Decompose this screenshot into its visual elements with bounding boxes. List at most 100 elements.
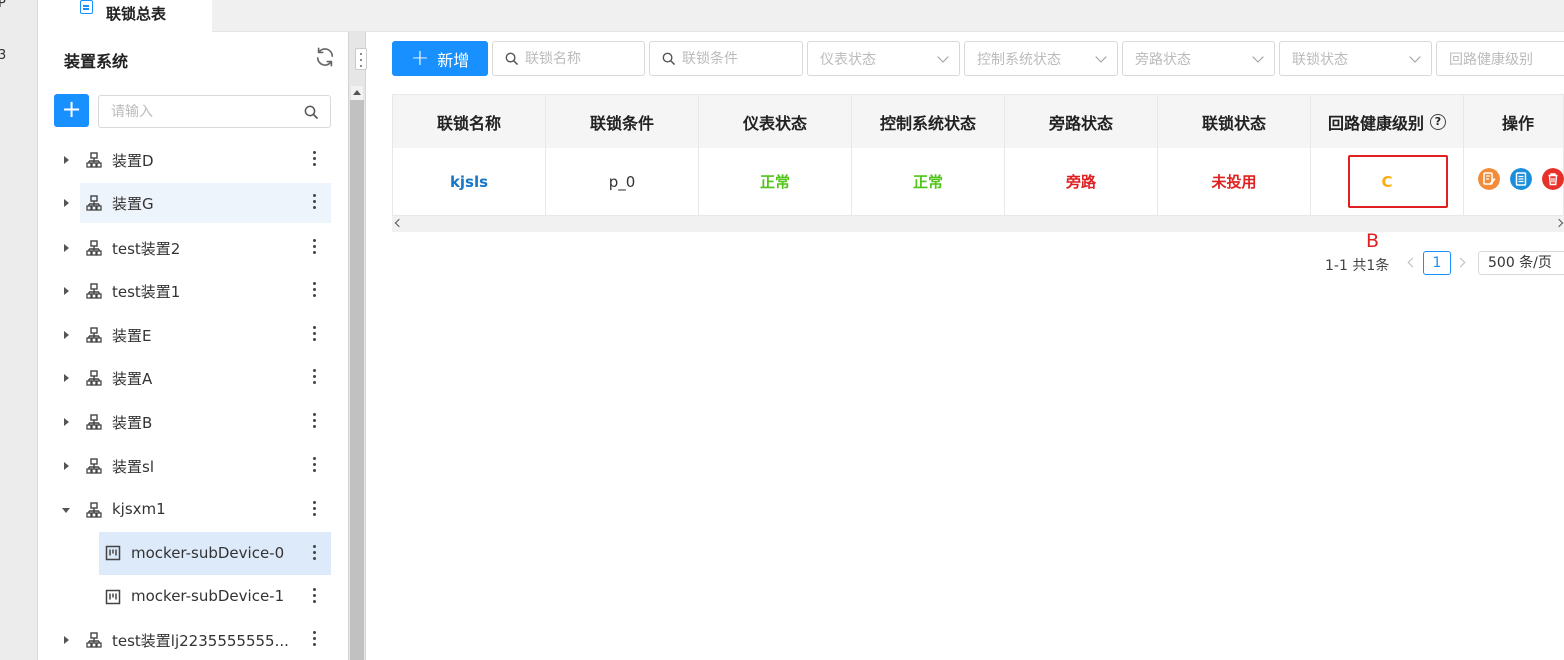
pagination-total: 1-1 共1条 [1325,258,1390,274]
help-icon[interactable]: ? [1430,113,1446,130]
app-root: P 3 联锁总表 装置系统 + 装置D [0,0,1564,660]
document-icon [80,0,93,14]
cell-interlock-name[interactable]: kjsls [393,148,546,215]
select-placeholder: 控制系统状态 [977,51,1061,68]
filter-bypass-status[interactable]: 旁路状态 [1122,41,1275,76]
page-size-select[interactable]: 500 条/页 [1478,251,1564,275]
device-sidebar: 装置系统 + 装置D 装置G [38,32,348,660]
rail-glyph: 3 [0,48,7,63]
org-tree-icon [86,283,102,299]
more-vertical-icon[interactable] [313,326,317,342]
tree-item-device-a[interactable]: 装置A [38,358,330,398]
collapse-handle-icon[interactable] [355,48,367,70]
page-number-current[interactable]: 1 [1423,251,1451,275]
tree-item-device-g[interactable]: 装置G [64,183,331,223]
filter-instrument-status[interactable]: 仪表状态 [807,41,960,76]
scroll-right-icon[interactable] [1554,218,1564,228]
tree-item-device-e[interactable]: 装置E [38,315,330,355]
more-vertical-icon[interactable] [313,457,317,473]
table-horizontal-scrollbar[interactable] [392,216,1564,232]
more-vertical-icon[interactable] [313,282,317,298]
expand-arrow-icon[interactable] [64,462,69,470]
tree-item-device-sl[interactable]: 装置sl [38,446,330,486]
filter-interlock-status[interactable]: 联锁状态 [1279,41,1432,76]
tree-item-label: 装置G [112,195,154,213]
table-header: 联锁名称 联锁条件 仪表状态 控制系统状态 旁路状态 联锁状态 回路健康级别 ?… [393,95,1563,148]
prev-page-icon[interactable] [1407,257,1418,268]
org-tree-icon [86,414,102,430]
org-tree-icon [86,195,102,211]
org-tree-icon [86,632,102,648]
tree-item-test-device-2[interactable]: test装置2 [38,228,330,268]
sidebar-scrollbar[interactable] [350,100,364,660]
scroll-left-icon[interactable] [394,218,404,228]
tree-item-label: 装置B [112,414,153,432]
expand-arrow-icon[interactable] [64,331,69,339]
tab-interlock-summary[interactable]: 联锁总表 [38,0,212,32]
expand-arrow-icon[interactable] [64,418,69,426]
tree-item-mocker-subdevice-0[interactable]: mocker-subDevice-0 [99,532,331,575]
tree-item-label: kjsxm1 [112,500,166,518]
org-tree-icon [86,458,102,474]
tree-item-test-device-1[interactable]: test装置1 [38,271,330,311]
delete-icon[interactable] [1542,168,1564,190]
more-vertical-icon[interactable] [313,413,317,429]
scroll-up-icon[interactable] [351,86,363,100]
tab-bar: 联锁总表 [38,0,1564,32]
next-page-icon[interactable] [1455,257,1466,268]
tree-item-label: test装置1 [112,283,181,301]
search-icon[interactable] [304,105,318,119]
tree-item-label: test装置lj2235555555... [112,632,289,650]
filter-control-system-status[interactable]: 控制系统状态 [964,41,1118,76]
column-header-health: 回路健康级别 ? [1311,95,1464,148]
tree-item-kjsxm1[interactable]: kjsxm1 [38,490,330,530]
tree-item-device-d[interactable]: 装置D [38,140,330,180]
tree-item-device-b[interactable]: 装置B [38,402,330,442]
more-vertical-icon[interactable] [313,369,317,385]
expand-arrow-icon[interactable] [64,199,69,207]
tree-search-input[interactable] [99,96,289,127]
cell-bypass-status: 旁路 [1005,148,1158,215]
more-vertical-icon[interactable] [313,501,317,517]
add-interlock-button[interactable]: + 新增 [392,41,488,76]
select-placeholder: 旁路状态 [1135,51,1191,68]
org-tree-icon [86,240,102,256]
more-vertical-icon[interactable] [313,151,317,167]
tab-label: 联锁总表 [106,4,167,23]
filter-loop-health-level[interactable]: 回路健康级别 [1436,41,1564,76]
chevron-down-icon [1252,51,1264,63]
tree-item-label: 装置A [112,370,153,388]
chevron-down-icon [1095,51,1107,63]
column-header: 联锁状态 [1158,95,1311,148]
more-vertical-icon[interactable] [313,194,317,210]
detail-icon[interactable] [1510,168,1532,190]
expand-arrow-icon[interactable] [64,287,69,295]
tree-item-test-device-lj[interactable]: test装置lj2235555555... [38,620,330,660]
more-vertical-icon[interactable] [313,239,317,255]
more-vertical-icon[interactable] [313,631,317,647]
column-header: 操作 [1501,113,1534,133]
tree-search-field[interactable] [98,95,331,128]
tree-item-mocker-subdevice-1[interactable]: mocker-subDevice-1 [99,577,331,617]
tree-item-label: 装置E [112,327,152,345]
more-vertical-icon[interactable] [313,588,317,604]
column-header: 联锁名称 [393,95,546,148]
expand-arrow-icon[interactable] [64,156,69,164]
collapse-arrow-icon[interactable] [62,508,70,513]
expand-arrow-icon[interactable] [64,636,69,644]
add-node-button[interactable]: + [54,94,89,127]
cell-instrument-status: 正常 [699,148,852,215]
sidebar-title: 装置系统 [64,52,129,71]
column-header-label: 回路健康级别 [1327,113,1424,133]
search-icon [662,52,675,65]
filter-interlock-condition[interactable] [649,41,803,76]
expand-arrow-icon[interactable] [64,244,69,252]
refresh-icon[interactable] [314,46,336,68]
edit-icon[interactable] [1478,168,1500,190]
org-tree-icon [86,370,102,386]
filter-interlock-name[interactable] [492,41,645,76]
rail-glyph: P [0,0,6,11]
more-vertical-icon[interactable] [313,545,317,561]
chevron-down-icon [937,51,949,63]
expand-arrow-icon[interactable] [64,374,69,382]
